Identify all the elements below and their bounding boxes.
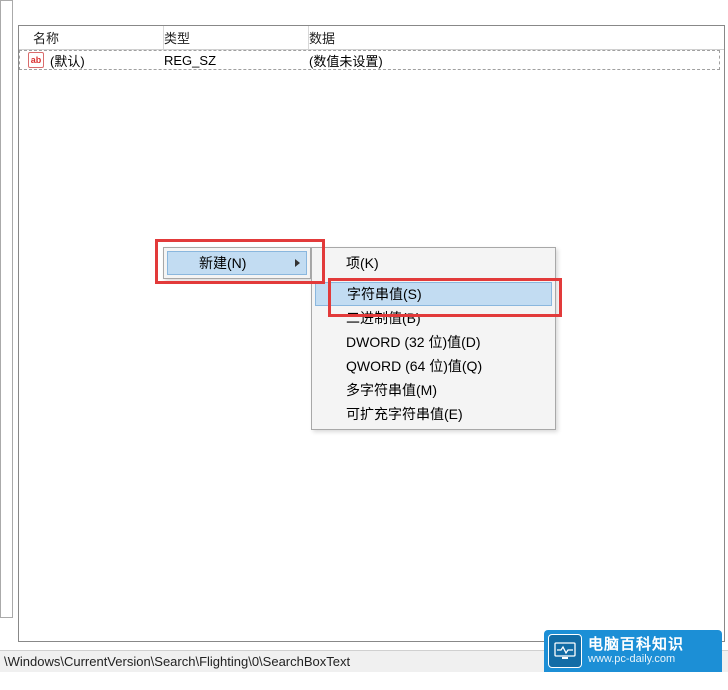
menu-item-key[interactable]: 项(K)	[314, 251, 553, 275]
watermark-text: 电脑百科知识 www.pc-daily.com	[588, 637, 684, 666]
menu-divider	[344, 278, 551, 279]
list-row[interactable]: ab (默认) REG_SZ (数值未设置)	[19, 50, 720, 70]
context-submenu-new: 项(K) 字符串值(S) 二进制值(B) DWORD (32 位)值(D) QW…	[311, 247, 556, 430]
menu-item-label: 二进制值(B)	[346, 308, 421, 328]
watermark-monitor-icon	[548, 634, 582, 668]
menu-item-label: 多字符串值(M)	[346, 380, 437, 400]
menu-item-expandstring-value[interactable]: 可扩充字符串值(E)	[314, 402, 553, 426]
menu-item-new[interactable]: 新建(N)	[167, 251, 307, 275]
status-path: \Windows\CurrentVersion\Search\Flighting…	[4, 654, 350, 669]
watermark-title: 电脑百科知识	[588, 637, 684, 654]
menu-item-label: 新建(N)	[199, 253, 246, 273]
menu-item-binary-value[interactable]: 二进制值(B)	[314, 306, 553, 330]
cell-name: (默认)	[50, 51, 164, 70]
menu-item-qword-value[interactable]: QWORD (64 位)值(Q)	[314, 354, 553, 378]
column-header-type[interactable]: 类型	[164, 26, 309, 49]
menu-item-string-value[interactable]: 字符串值(S)	[315, 282, 552, 306]
string-value-icon: ab	[28, 52, 44, 68]
context-menu: 新建(N)	[163, 247, 311, 279]
submenu-arrow-icon	[295, 259, 300, 267]
cell-data: (数值未设置)	[309, 51, 383, 70]
menu-item-label: DWORD (32 位)值(D)	[346, 332, 481, 352]
cell-type: REG_SZ	[164, 53, 309, 68]
splitter-handle[interactable]	[0, 0, 13, 618]
column-header-data[interactable]: 数据	[309, 28, 724, 47]
column-header-name[interactable]: 名称	[19, 26, 164, 49]
menu-item-label: 可扩充字符串值(E)	[346, 404, 463, 424]
menu-item-multistring-value[interactable]: 多字符串值(M)	[314, 378, 553, 402]
menu-item-label: 项(K)	[346, 253, 379, 273]
menu-item-label: QWORD (64 位)值(Q)	[346, 356, 482, 376]
watermark-badge: 电脑百科知识 www.pc-daily.com	[544, 630, 722, 672]
watermark-url: www.pc-daily.com	[588, 653, 684, 665]
column-header-row: 名称 类型 数据	[19, 26, 724, 50]
menu-item-label: 字符串值(S)	[347, 284, 422, 304]
menu-item-dword-value[interactable]: DWORD (32 位)值(D)	[314, 330, 553, 354]
